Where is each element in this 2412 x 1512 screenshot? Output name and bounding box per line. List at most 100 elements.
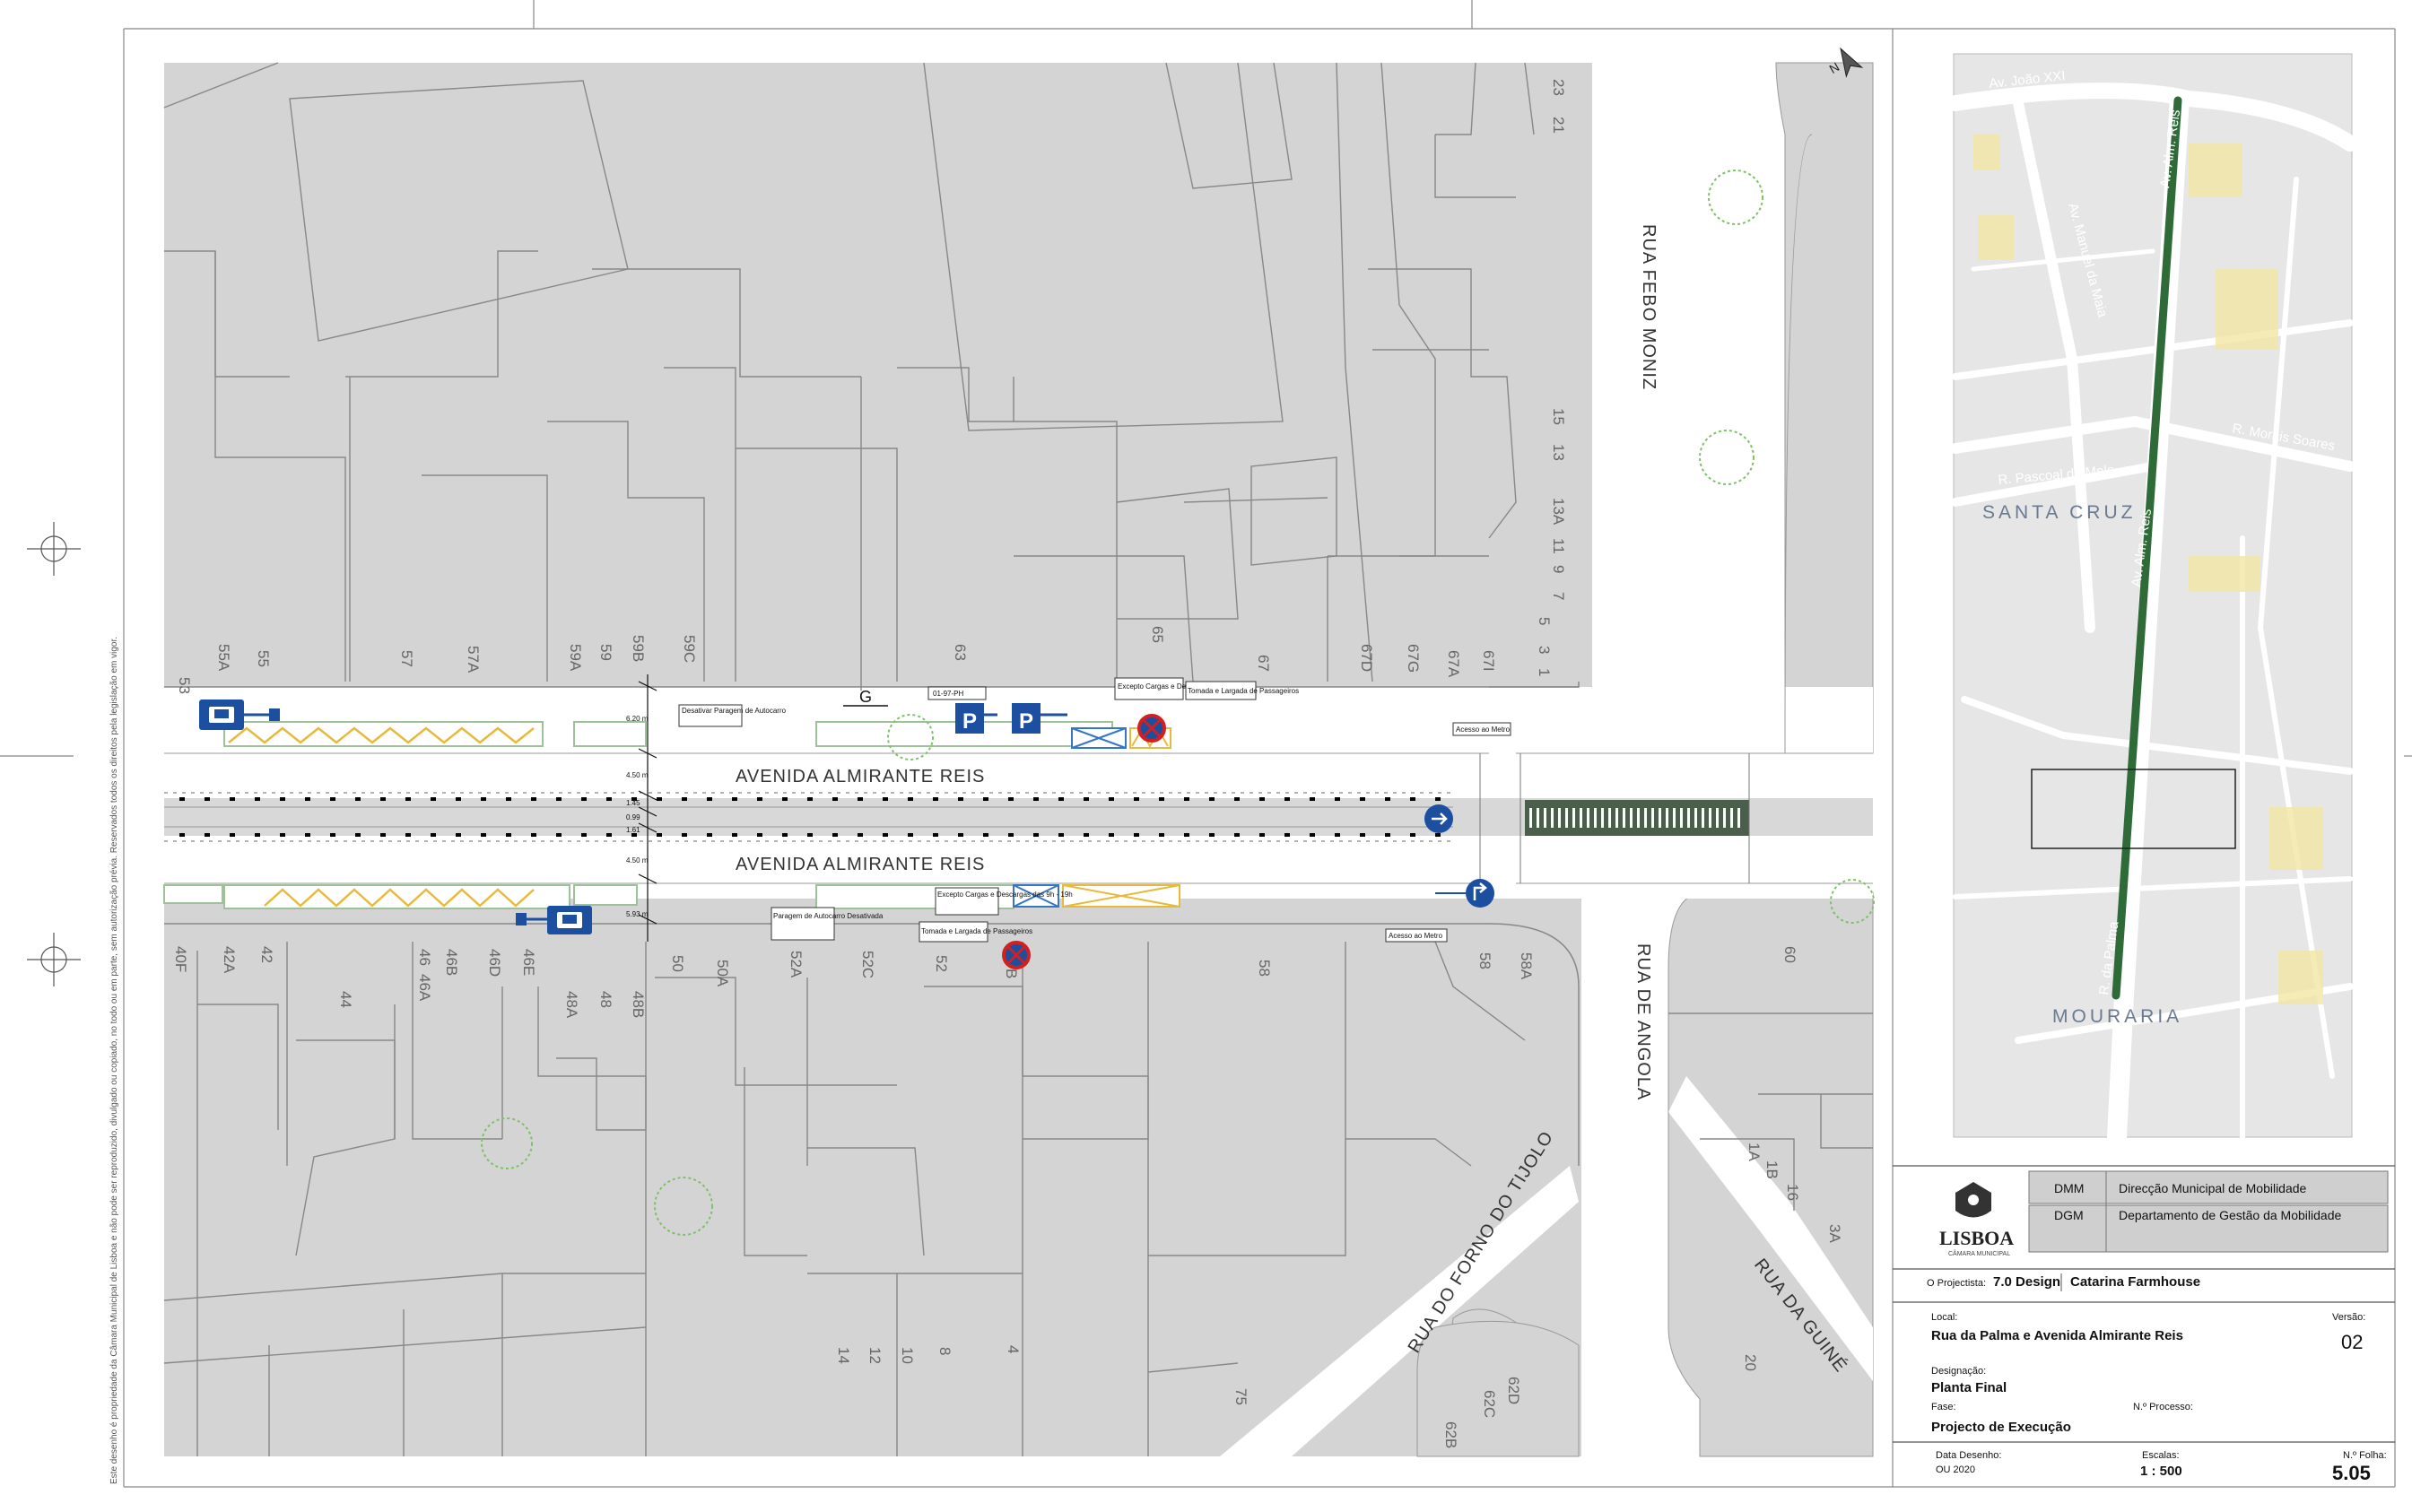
dgm-code: DGM bbox=[2054, 1208, 2084, 1222]
house-number: 58 bbox=[1256, 960, 1273, 977]
house-number: 55A bbox=[215, 644, 232, 672]
note-tomada-top: Tomada e Largada de Passageiros bbox=[1188, 687, 1299, 695]
svg-text:SANTA CRUZ: SANTA CRUZ bbox=[1982, 502, 2136, 523]
parking-time: 01-97-PH bbox=[933, 690, 963, 698]
house-number: 48 bbox=[597, 991, 614, 1008]
house-number: 50A bbox=[714, 960, 731, 987]
house-number: 42 bbox=[258, 946, 275, 963]
svg-text:N.º Processo:: N.º Processo: bbox=[2133, 1402, 2193, 1412]
svg-text:LISBOA: LISBOA bbox=[1939, 1227, 2014, 1249]
svg-text:5.05: 5.05 bbox=[2332, 1462, 2371, 1484]
dmm-code: DMM bbox=[2054, 1181, 2084, 1195]
dim-1: 6.20 m bbox=[626, 715, 649, 723]
house-number: 58A bbox=[1518, 952, 1535, 980]
svg-text:P: P bbox=[962, 709, 977, 734]
note-acesso-top: Acesso ao Metro bbox=[1456, 726, 1511, 734]
house-number: 46 bbox=[416, 949, 433, 966]
note-excepto-bottom: Excepto Cargas e Descargas das 9h - 19h bbox=[937, 891, 1073, 899]
svg-text:P: P bbox=[1019, 709, 1033, 734]
svg-text:MOURARIA: MOURARIA bbox=[2052, 1006, 2182, 1027]
dgm-name: Departamento de Gestão da Mobilidade bbox=[2119, 1208, 2341, 1222]
corner-block-ne bbox=[1775, 62, 1874, 754]
house-number: 5 bbox=[1536, 617, 1553, 625]
legal-note: Este desenho é propriedade da Câmara Mun… bbox=[109, 637, 119, 1484]
location-map: Av. João XXI Av. Alm. Reis Av. Manuel da… bbox=[1947, 53, 2358, 1147]
house-number: 57 bbox=[398, 650, 415, 667]
house-number: 44 bbox=[337, 991, 354, 1008]
dim-6: 4.50 m bbox=[626, 856, 649, 865]
note-paragem-desat: Paragem de Autocarro Desativada bbox=[773, 912, 884, 920]
house-number: 67G bbox=[1405, 644, 1422, 673]
corner-block-nw bbox=[1592, 63, 1704, 753]
blocks-top bbox=[164, 63, 1592, 687]
house-number: 7 bbox=[1550, 592, 1567, 600]
title-block: LISBOA CÂMARA MUNICIPAL DMM Direcção Mun… bbox=[1893, 1165, 2395, 1484]
house-number: 4 bbox=[1005, 1345, 1022, 1353]
house-number: 15 bbox=[1550, 408, 1567, 425]
house-number: 62B bbox=[1442, 1421, 1459, 1448]
lisboa-logo: LISBOA CÂMARA MUNICIPAL bbox=[1939, 1182, 2014, 1257]
house-number: 13 bbox=[1550, 444, 1567, 461]
svg-text:Versão:: Versão: bbox=[2332, 1312, 2365, 1323]
svg-text:Projecto de Execução: Projecto de Execução bbox=[1931, 1420, 2071, 1435]
dim-7: 5.93 m bbox=[626, 910, 649, 918]
house-number: 60 bbox=[1781, 946, 1798, 963]
house-number: 40F bbox=[172, 946, 189, 972]
house-number: 1B bbox=[1763, 1160, 1781, 1179]
note-desativar-top: Desativar Paragem de Autocarro bbox=[682, 707, 787, 715]
dmm-name: Direcção Municipal de Mobilidade bbox=[2119, 1181, 2307, 1195]
house-number: 57A bbox=[465, 646, 482, 673]
svg-text:Designação:: Designação: bbox=[1931, 1366, 1986, 1377]
house-number: 1 bbox=[1536, 668, 1553, 676]
svg-text:N.º Folha:: N.º Folha: bbox=[2343, 1450, 2387, 1461]
house-number: 13A bbox=[1550, 498, 1567, 526]
house-number: 42A bbox=[221, 946, 238, 974]
house-number: 67 bbox=[1255, 655, 1272, 672]
house-number: 9 bbox=[1550, 565, 1567, 573]
house-number: 48A bbox=[563, 991, 580, 1019]
house-number: 67I bbox=[1480, 650, 1497, 672]
no-stopping-sign-top bbox=[1137, 714, 1166, 743]
house-number: 62C bbox=[1481, 1390, 1498, 1418]
svg-text:7.0 Design: 7.0 Design bbox=[1993, 1274, 2060, 1290]
house-number: 46D bbox=[486, 949, 503, 977]
note-acesso-bottom: Acesso ao Metro bbox=[1389, 932, 1443, 940]
house-number: 12 bbox=[866, 1347, 884, 1364]
dim-3: 1.45 bbox=[626, 799, 640, 807]
site-plan: 6.20 m 4.50 m 1.45 0.99 1.61 4.50 m 5.93… bbox=[163, 62, 1875, 1457]
house-number: 46A bbox=[416, 974, 433, 1002]
house-number: 50 bbox=[669, 955, 686, 972]
rounded-corner-top bbox=[1489, 63, 1579, 752]
svg-text:02: 02 bbox=[2341, 1331, 2363, 1353]
house-number: 59 bbox=[597, 644, 614, 661]
house-number: 52 bbox=[933, 955, 950, 972]
house-number: 20 bbox=[1742, 1354, 1759, 1371]
dim-2: 4.50 m bbox=[626, 771, 649, 779]
house-number: 58 bbox=[1476, 952, 1493, 969]
house-number: 3A bbox=[1826, 1224, 1843, 1243]
house-number: 62D bbox=[1505, 1377, 1522, 1404]
svg-text:1 : 500: 1 : 500 bbox=[2140, 1464, 2182, 1479]
house-number: 55 bbox=[255, 650, 272, 667]
house-number: 3 bbox=[1536, 646, 1553, 654]
house-number: 63 bbox=[952, 644, 969, 661]
direction-sign-north bbox=[1424, 804, 1453, 833]
svg-text:Rua da Palma e Avenida Almiran: Rua da Palma e Avenida Almirante Reis bbox=[1931, 1328, 2183, 1343]
house-number: 65 bbox=[1149, 626, 1166, 643]
house-number: 59A bbox=[567, 644, 584, 672]
house-number: 8 bbox=[936, 1347, 953, 1355]
house-number: 53 bbox=[176, 677, 193, 694]
street-av-top: AVENIDA ALMIRANTE REIS bbox=[736, 767, 985, 786]
registration-mark-top bbox=[27, 522, 81, 576]
house-number: 46E bbox=[520, 949, 537, 976]
house-number: 52A bbox=[788, 951, 805, 978]
house-number: 67D bbox=[1358, 644, 1375, 672]
note-tomada-bottom: Tomada e Largada de Passageiros bbox=[921, 927, 1032, 935]
house-number: 46B bbox=[443, 949, 460, 976]
house-number: 14 bbox=[835, 1347, 852, 1364]
street-febo-moniz: RUA FEBO MONIZ bbox=[1639, 224, 1659, 390]
no-stopping-sign-bottom bbox=[1002, 941, 1031, 969]
house-number: 67A bbox=[1445, 650, 1462, 678]
house-number: 59B bbox=[630, 635, 647, 662]
house-number: 48B bbox=[630, 991, 647, 1018]
